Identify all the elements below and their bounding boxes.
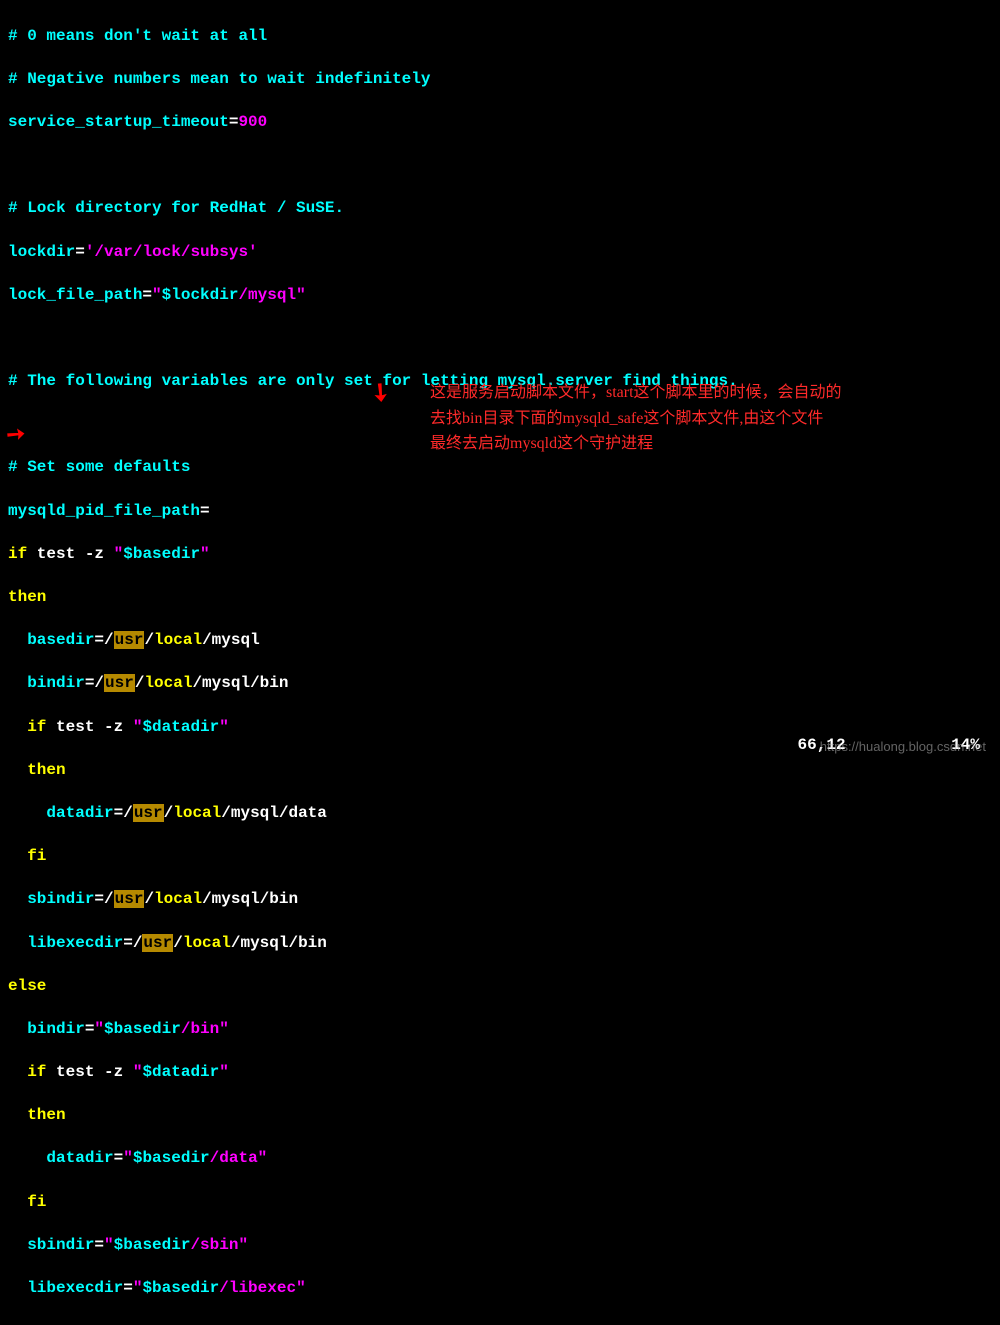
quote: " <box>219 718 229 736</box>
op: =/ <box>94 631 113 649</box>
keyword-if: if <box>8 1063 46 1081</box>
path: local <box>154 890 202 908</box>
annotation-line: 去找bin目录下面的mysqld_safe这个脚本文件,由这个文件 <box>430 406 990 432</box>
var-name: datadir <box>8 804 114 822</box>
var-ref: $basedir <box>142 1279 219 1297</box>
path: local <box>173 804 221 822</box>
var-name: datadir <box>8 1149 114 1167</box>
op: = <box>94 1236 104 1254</box>
path: local <box>183 934 231 952</box>
var-name: libexecdir <box>8 934 123 952</box>
quote: " <box>200 545 210 563</box>
string: /bin <box>181 1020 219 1038</box>
op: = <box>200 502 210 520</box>
quote: " <box>123 1149 133 1167</box>
path: /mysql/bin <box>192 674 288 692</box>
text: test -z <box>27 545 113 563</box>
var-ref: $basedir <box>133 1149 210 1167</box>
string: '/var/lock/subsys' <box>85 243 258 261</box>
quote: " <box>133 1063 143 1081</box>
keyword-then: then <box>8 1106 66 1124</box>
op: =/ <box>114 804 133 822</box>
var-ref: $basedir <box>104 1020 181 1038</box>
keyword-if: if <box>8 545 27 563</box>
string: /libexec <box>219 1279 296 1297</box>
op: =/ <box>94 890 113 908</box>
path: /mysql/bin <box>202 890 298 908</box>
var-name: sbindir <box>8 1236 94 1254</box>
var-ref: $basedir <box>114 1236 191 1254</box>
path: local <box>144 674 192 692</box>
highlight-usr: usr <box>114 890 145 908</box>
var-name: bindir <box>8 674 85 692</box>
path: /mysql/data <box>221 804 327 822</box>
string: /sbin <box>190 1236 238 1254</box>
var-name: mysqld_pid_file_path <box>8 502 200 520</box>
keyword-fi: fi <box>8 847 46 865</box>
annotation-line: 最终去启动mysqld这个守护进程 <box>430 431 990 457</box>
keyword-else: else <box>8 977 46 995</box>
var-name: bindir <box>8 1020 85 1038</box>
quote: " <box>94 1020 104 1038</box>
var-ref: $datadir <box>142 1063 219 1081</box>
highlight-usr: usr <box>142 934 173 952</box>
var-name: basedir <box>8 631 94 649</box>
slash: / <box>135 674 145 692</box>
quote: " <box>219 1020 229 1038</box>
quote: " <box>258 1149 268 1167</box>
op: = <box>123 1279 133 1297</box>
quote: " <box>133 1279 143 1297</box>
annotation-line: 这是服务启动脚本文件，start这个脚本里的时候，会自动的 <box>430 380 990 406</box>
code-block: # 0 means don't wait at all # Negative n… <box>0 0 1000 1325</box>
annotation-overlay: 这是服务启动脚本文件，start这个脚本里的时候，会自动的 去找bin目录下面的… <box>430 380 990 457</box>
op: =/ <box>85 674 104 692</box>
op: = <box>229 113 239 131</box>
op: = <box>142 286 152 304</box>
quote: " <box>104 1236 114 1254</box>
comment: # Lock directory for RedHat / SuSE. <box>8 199 344 217</box>
var-ref: $lockdir <box>162 286 239 304</box>
text: test -z <box>46 718 132 736</box>
text: test -z <box>46 1063 132 1081</box>
comment: # Negative numbers mean to wait indefini… <box>8 70 430 88</box>
op: =/ <box>123 934 142 952</box>
slash: / <box>144 890 154 908</box>
quote: " <box>114 545 124 563</box>
string: /data <box>210 1149 258 1167</box>
string: /mysql <box>238 286 296 304</box>
var-ref: $basedir <box>123 545 200 563</box>
keyword-then: then <box>8 761 66 779</box>
path: /mysql <box>202 631 260 649</box>
op: = <box>114 1149 124 1167</box>
quote: " <box>296 1279 306 1297</box>
var-name: libexecdir <box>8 1279 123 1297</box>
path: local <box>154 631 202 649</box>
quote: " <box>296 286 306 304</box>
var-name: service_startup_timeout <box>8 113 229 131</box>
watermark: https://hualong.blog.csdn.net <box>820 739 986 754</box>
quote: " <box>219 1063 229 1081</box>
keyword-then: then <box>8 588 46 606</box>
var-name: sbindir <box>8 890 94 908</box>
highlight-usr: usr <box>114 631 145 649</box>
number: 900 <box>238 113 267 131</box>
quote: " <box>152 286 162 304</box>
slash: / <box>164 804 174 822</box>
quote: " <box>133 718 143 736</box>
op: = <box>75 243 85 261</box>
var-ref: $datadir <box>142 718 219 736</box>
quote: " <box>238 1236 248 1254</box>
highlight-usr: usr <box>133 804 164 822</box>
comment: # Set some defaults <box>8 458 190 476</box>
keyword-if: if <box>8 718 46 736</box>
keyword-fi: fi <box>8 1193 46 1211</box>
slash: / <box>173 934 183 952</box>
var-name: lock_file_path <box>8 286 142 304</box>
highlight-usr: usr <box>104 674 135 692</box>
op: = <box>85 1020 95 1038</box>
slash: / <box>144 631 154 649</box>
var-name: lockdir <box>8 243 75 261</box>
comment: # 0 means don't wait at all <box>8 27 267 45</box>
path: /mysql/bin <box>231 934 327 952</box>
